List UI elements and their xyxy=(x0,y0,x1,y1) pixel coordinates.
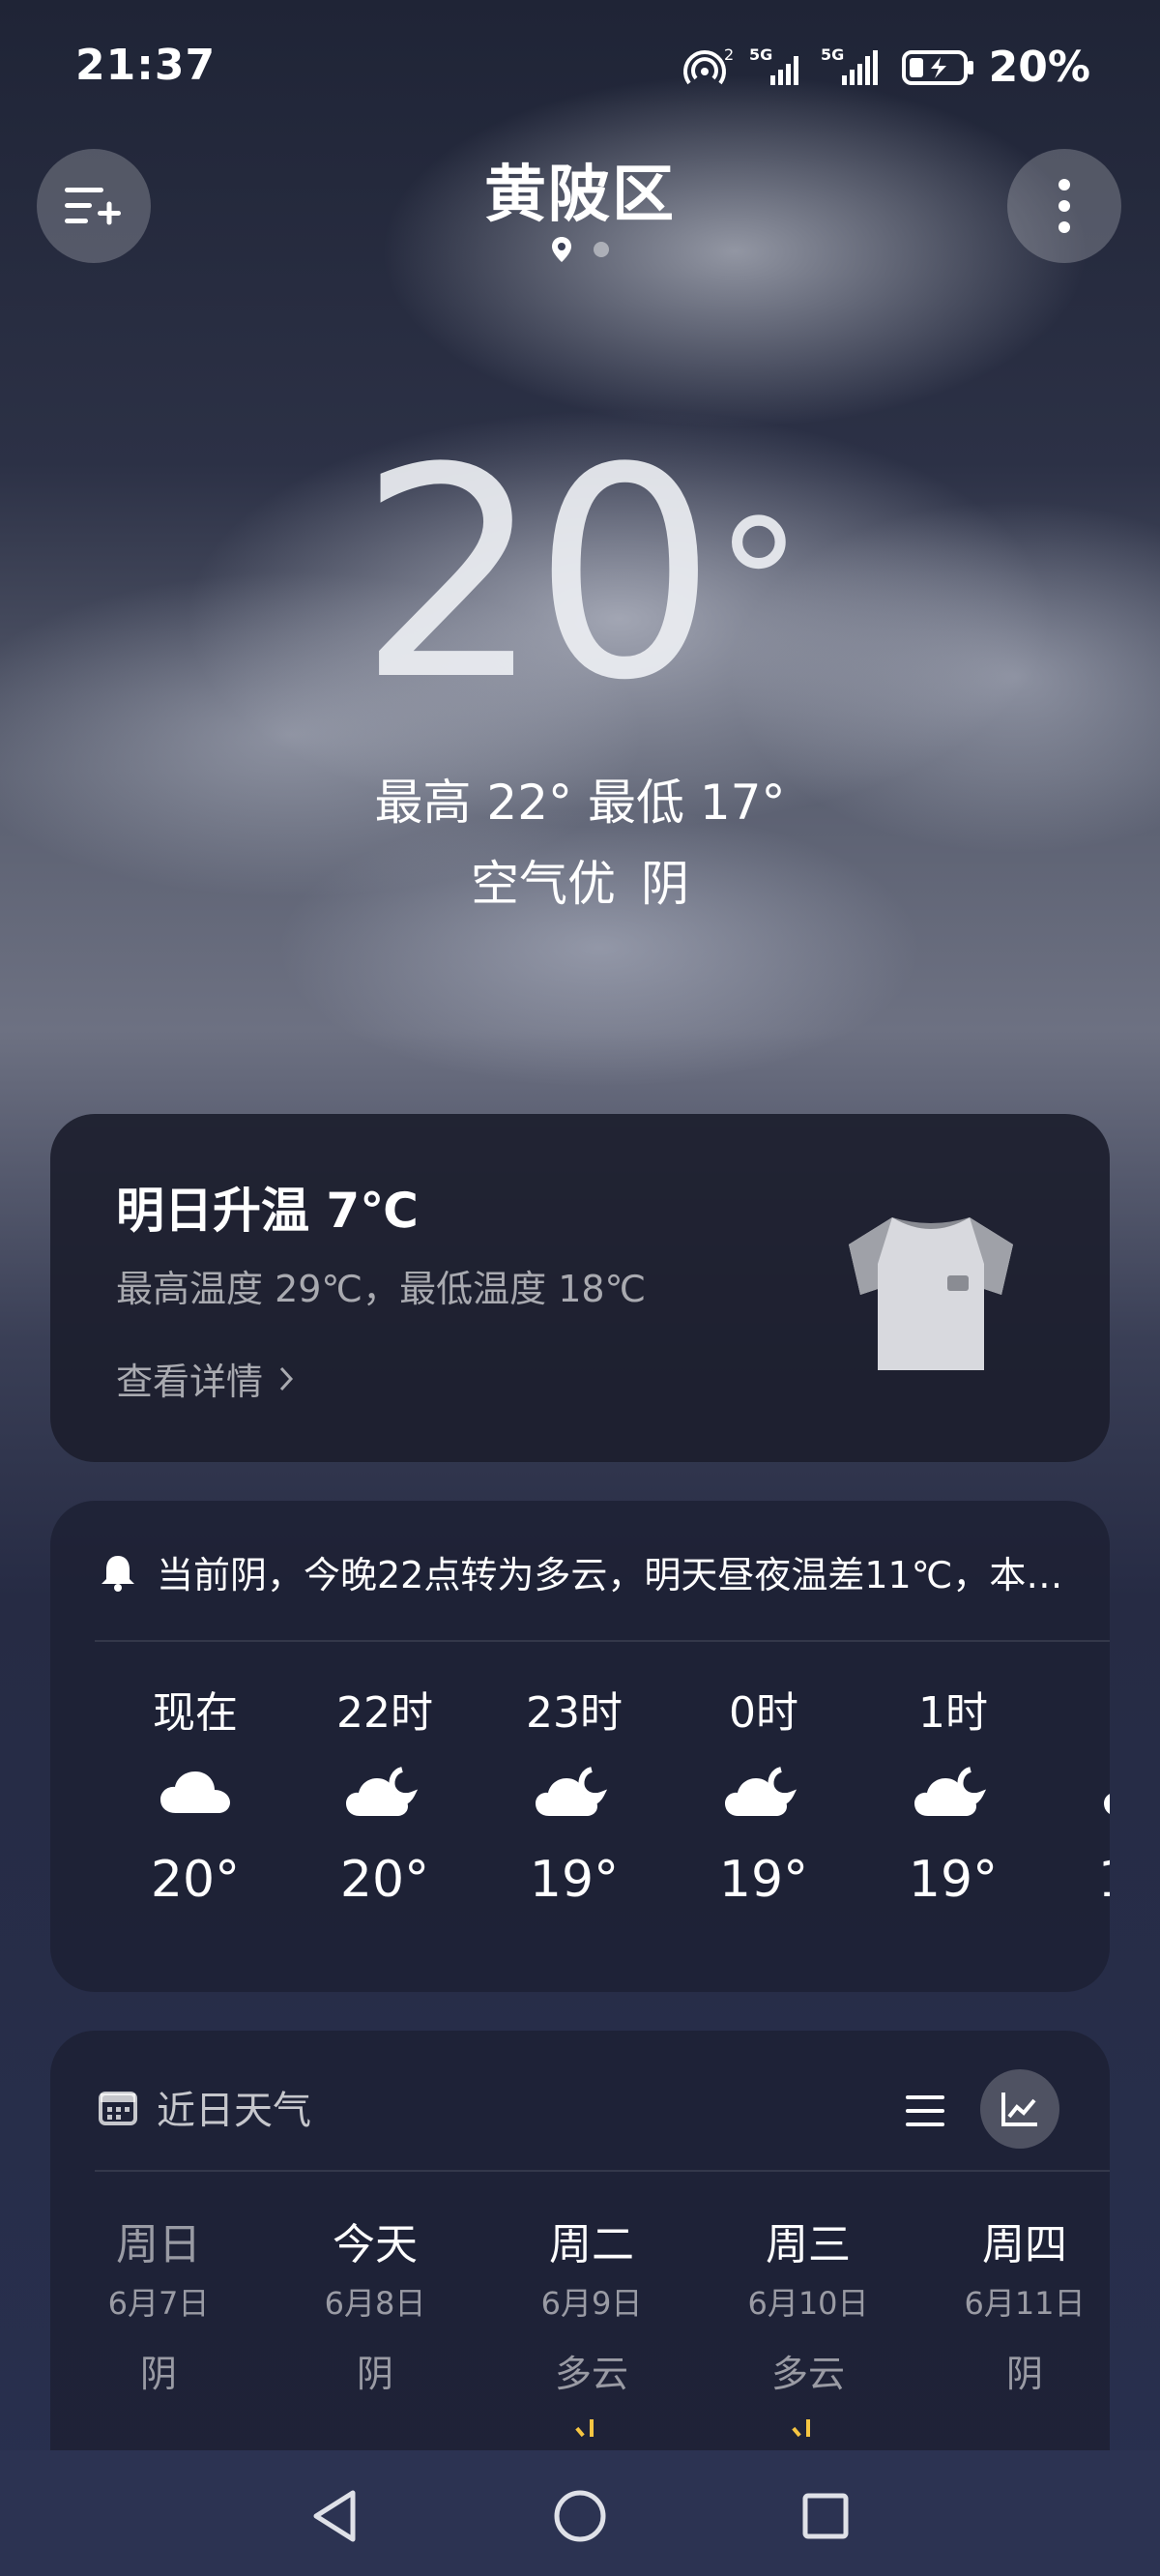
cloud-icon xyxy=(160,1771,230,1813)
day-date: 6月9日 xyxy=(540,2285,643,2322)
divider xyxy=(95,1640,1110,1642)
tomorrow-subtitle: 最高温度 29℃，最低温度 18℃ xyxy=(116,1268,647,1310)
divider xyxy=(95,2170,1110,2172)
location-pin-icon xyxy=(552,237,571,262)
more-vertical-icon xyxy=(1058,179,1070,233)
list-icon xyxy=(906,2095,944,2126)
air-quality: 空气优 xyxy=(471,856,616,912)
day-item[interactable]: 周四 6月11日 阴 xyxy=(916,2214,1110,2417)
recents-button[interactable] xyxy=(787,2477,864,2555)
hour-temp: 20° xyxy=(150,1851,241,1909)
hour-label: 1时 xyxy=(918,1688,988,1738)
hour-temp: 19° xyxy=(908,1851,999,1909)
cloudy-night-icon xyxy=(1104,1794,1110,1814)
page-dot[interactable] xyxy=(594,242,609,257)
day-item[interactable]: 今天 6月8日 阴 xyxy=(267,2214,483,2417)
air-condition-line[interactable]: 空气优阴 xyxy=(0,845,1160,915)
hour-item: 1时 19° xyxy=(858,1683,1048,1918)
more-options-button[interactable] xyxy=(1007,149,1121,263)
daily-header: 近日天气 xyxy=(99,2079,311,2135)
back-triangle-icon xyxy=(313,2490,356,2542)
current-temperature: 20° xyxy=(0,430,1160,720)
page-indicator xyxy=(0,236,1160,263)
hourly-forecast-card[interactable]: 当前阴，今晚22点转为多云，明天昼夜温差11℃，本… 现在 20° 22时 20… xyxy=(50,1501,1110,1992)
hourly-list[interactable]: 现在 20° 22时 20° 23时 19° 0时 19° 1时 19° 2时 … xyxy=(50,1683,1110,1973)
svg-text:5G: 5G xyxy=(749,46,772,64)
day-item[interactable]: 周二 6月9日 多云 xyxy=(483,2214,700,2441)
status-time: 21:37 xyxy=(75,41,217,90)
hour-temp: 19° xyxy=(718,1851,809,1909)
temperature-value: 20 xyxy=(358,406,717,744)
bell-icon xyxy=(102,1555,134,1592)
signal-5g-icon: 5G xyxy=(821,46,878,85)
sun-icon xyxy=(575,2419,594,2438)
hour-item: 0时 19° xyxy=(669,1683,858,1918)
hour-temp: 19° xyxy=(529,1851,620,1909)
chevron-right-icon xyxy=(279,1366,294,1390)
system-nav-bar xyxy=(0,2450,1160,2576)
hour-label: 0时 xyxy=(729,1688,798,1738)
battery-icon xyxy=(901,49,973,85)
day-condition: 阴 xyxy=(1005,2353,1043,2395)
tomorrow-card[interactable]: 明日升温 7℃ 最高温度 29℃，最低温度 18℃ 查看详情 xyxy=(50,1114,1110,1462)
day-name: 周三 xyxy=(766,2220,851,2269)
hour-temp: 19° xyxy=(1048,1841,1110,1918)
cloudy-night-icon xyxy=(536,1767,608,1816)
day-condition: 阴 xyxy=(356,2353,393,2395)
home-circle-icon xyxy=(554,2490,606,2542)
degree-symbol: ° xyxy=(714,483,802,686)
hour-label: 23时 xyxy=(526,1688,623,1738)
sun-icon xyxy=(792,2419,810,2438)
view-details-link[interactable]: 查看详情 xyxy=(116,1352,294,1405)
hour-temp: 20° xyxy=(339,1851,430,1909)
hour-label: 22时 xyxy=(336,1688,433,1738)
svg-text:2: 2 xyxy=(724,46,734,64)
home-button[interactable] xyxy=(541,2477,619,2555)
hour-item: 2时 19° xyxy=(1048,1683,1110,1918)
battery-percent: 20% xyxy=(988,43,1090,92)
cloudy-night-icon xyxy=(914,1767,987,1816)
day-date: 6月8日 xyxy=(324,2285,426,2322)
day-condition: 阴 xyxy=(139,2353,177,2395)
view-details-label: 查看详情 xyxy=(116,1361,264,1403)
hour-label: 现在 xyxy=(153,1688,238,1738)
day-name: 周日 xyxy=(116,2220,201,2269)
day-name: 周二 xyxy=(549,2220,634,2269)
status-icons: 2 5G 5G 20% xyxy=(682,43,1090,92)
chart-view-button[interactable] xyxy=(980,2069,1059,2149)
weather-alert[interactable]: 当前阴，今晚22点转为多云，明天昼夜温差11℃，本… xyxy=(99,1545,1071,1598)
hotspot-icon: 2 xyxy=(682,46,734,84)
day-date: 6月7日 xyxy=(107,2285,210,2322)
tomorrow-title: 明日升温 7℃ xyxy=(116,1183,419,1239)
hour-label: 2时 xyxy=(1048,1683,1110,1744)
day-condition: 多云 xyxy=(554,2353,628,2395)
hour-item: 现在 20° xyxy=(101,1683,290,1918)
day-date: 6月10日 xyxy=(747,2285,869,2322)
day-condition: 多云 xyxy=(770,2353,845,2395)
trend-chart-icon xyxy=(1001,2093,1037,2126)
cloudy-night-icon xyxy=(346,1767,419,1816)
day-item[interactable]: 周三 6月10日 多云 xyxy=(700,2214,916,2441)
weather-condition: 阴 xyxy=(641,856,689,912)
day-date: 6月11日 xyxy=(964,2285,1086,2322)
tshirt-icon xyxy=(849,1217,1013,1370)
city-title: 黄陂区 xyxy=(484,160,676,231)
back-button[interactable] xyxy=(296,2477,373,2555)
svg-text:5G: 5G xyxy=(821,46,844,64)
calendar-icon xyxy=(99,2092,137,2125)
recents-square-icon xyxy=(802,2493,849,2539)
temperature-range: 最高 22° 最低 17° xyxy=(374,775,786,831)
day-item[interactable]: 周日 6月7日 阴 xyxy=(50,2214,267,2417)
day-name: 周四 xyxy=(982,2220,1067,2269)
day-name: 今天 xyxy=(333,2220,418,2269)
cloudy-night-icon xyxy=(725,1767,798,1816)
hour-item: 23时 19° xyxy=(479,1683,669,1918)
list-view-button[interactable] xyxy=(891,2077,959,2145)
daily-title: 近日天气 xyxy=(157,2089,311,2133)
status-bar: 21:37 2 5G 5G 20% xyxy=(0,0,1160,135)
alert-text: 当前阴，今晚22点转为多云，明天昼夜温差11℃，本… xyxy=(157,1554,1063,1596)
hour-item: 22时 20° xyxy=(290,1683,479,1918)
signal-5g-icon: 5G xyxy=(749,46,798,85)
